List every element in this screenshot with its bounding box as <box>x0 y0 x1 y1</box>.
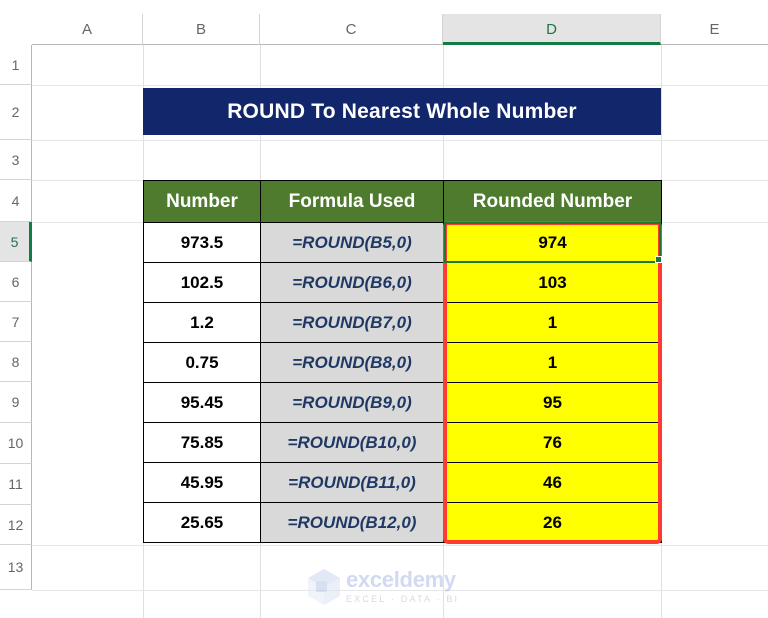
row-header-6-label: 6 <box>11 274 20 290</box>
column-header-number: Number <box>143 180 261 223</box>
page-title-text: ROUND To Nearest Whole Number <box>227 99 577 123</box>
cell-b6[interactable]: 102.5 <box>143 262 261 303</box>
column-header-d[interactable]: D <box>443 14 661 45</box>
cell-b11[interactable]: 45.95 <box>143 462 261 503</box>
table-row: 102.5 =ROUND(B6,0) 103 <box>143 262 662 303</box>
row-header-10[interactable]: 10 <box>0 423 32 464</box>
column-header-b[interactable]: B <box>143 14 260 45</box>
row-header-3[interactable]: 3 <box>0 140 32 180</box>
table-row: 45.95 =ROUND(B11,0) 46 <box>143 462 662 503</box>
row-header-7-label: 7 <box>11 314 20 330</box>
cell-d12[interactable]: 26 <box>443 502 662 543</box>
row-header-11-label: 11 <box>8 476 23 492</box>
row-header-1-label: 1 <box>11 57 20 73</box>
row-header-1[interactable]: 1 <box>0 45 32 85</box>
gridline-horizontal-12 <box>32 545 768 546</box>
cell-c9[interactable]: =ROUND(B9,0) <box>260 382 444 423</box>
row-header-11[interactable]: 11 <box>0 464 32 505</box>
cell-c6[interactable]: =ROUND(B6,0) <box>260 262 444 303</box>
cell-b12[interactable]: 25.65 <box>143 502 261 543</box>
row-header-5[interactable]: 5 <box>0 222 32 262</box>
row-header-9-label: 9 <box>11 394 20 410</box>
round-results-table: Number Formula Used Rounded Number 973.5… <box>143 180 662 543</box>
cell-d7[interactable]: 1 <box>443 302 662 343</box>
cell-b9[interactable]: 95.45 <box>143 382 261 423</box>
table-row: 973.5 =ROUND(B5,0) 974 <box>143 222 662 263</box>
table-row: 0.75 =ROUND(B8,0) 1 <box>143 342 662 383</box>
cell-d9[interactable]: 95 <box>443 382 662 423</box>
cell-b8[interactable]: 0.75 <box>143 342 261 383</box>
column-header-c[interactable]: C <box>260 14 443 45</box>
row-header-8[interactable]: 8 <box>0 342 32 382</box>
cell-c5[interactable]: =ROUND(B5,0) <box>260 222 444 263</box>
column-header-rounded: Rounded Number <box>443 180 662 223</box>
gridline-horizontal-13 <box>32 590 768 591</box>
row-header-12[interactable]: 12 <box>0 505 32 545</box>
row-header-10-label: 10 <box>7 435 24 451</box>
cell-c7[interactable]: =ROUND(B7,0) <box>260 302 444 343</box>
table-row: 25.65 =ROUND(B12,0) 26 <box>143 502 662 543</box>
cell-c11[interactable]: =ROUND(B11,0) <box>260 462 444 503</box>
table-header-row: Number Formula Used Rounded Number <box>143 180 662 223</box>
table-row: 95.45 =ROUND(B9,0) 95 <box>143 382 662 423</box>
cell-d5[interactable]: 974 <box>443 222 662 263</box>
row-header-3-label: 3 <box>11 152 20 168</box>
column-header-formula: Formula Used <box>260 180 444 223</box>
table-row: 75.85 =ROUND(B10,0) 76 <box>143 422 662 463</box>
row-header-4[interactable]: 4 <box>0 180 32 222</box>
row-header-5-label: 5 <box>10 234 19 250</box>
row-header-12-label: 12 <box>7 517 24 533</box>
gridline-horizontal-1 <box>32 85 768 86</box>
cell-d11[interactable]: 46 <box>443 462 662 503</box>
row-header-13[interactable]: 13 <box>0 545 32 590</box>
cell-c10[interactable]: =ROUND(B10,0) <box>260 422 444 463</box>
row-header-8-label: 8 <box>11 354 20 370</box>
row-header-7[interactable]: 7 <box>0 302 32 342</box>
column-header-e[interactable]: E <box>661 14 768 45</box>
page-title: ROUND To Nearest Whole Number <box>143 88 661 135</box>
gridline-horizontal-2 <box>32 140 768 141</box>
cell-d10[interactable]: 76 <box>443 422 662 463</box>
row-header-2-label: 2 <box>11 104 20 120</box>
spreadsheet-canvas: A B C D E 1 2 3 4 5 6 7 8 9 10 11 12 13 … <box>0 0 768 618</box>
row-header-4-label: 4 <box>11 193 20 209</box>
cell-d8[interactable]: 1 <box>443 342 662 383</box>
table-row: 1.2 =ROUND(B7,0) 1 <box>143 302 662 343</box>
row-header-13-label: 13 <box>7 559 24 575</box>
row-header-6[interactable]: 6 <box>0 262 32 302</box>
column-header-a[interactable]: A <box>32 14 143 45</box>
cell-b10[interactable]: 75.85 <box>143 422 261 463</box>
row-header-2[interactable]: 2 <box>0 85 32 140</box>
exceldemy-cube-logo-icon <box>308 569 340 605</box>
column-header-strip: A B C D E <box>0 14 768 45</box>
cell-b7[interactable]: 1.2 <box>143 302 261 343</box>
watermark: exceldemy EXCEL · DATA · BI <box>307 568 459 606</box>
cell-c12[interactable]: =ROUND(B12,0) <box>260 502 444 543</box>
cell-c8[interactable]: =ROUND(B8,0) <box>260 342 444 383</box>
cell-d6[interactable]: 103 <box>443 262 662 303</box>
cell-b5[interactable]: 973.5 <box>143 222 261 263</box>
row-header-9[interactable]: 9 <box>0 382 32 423</box>
